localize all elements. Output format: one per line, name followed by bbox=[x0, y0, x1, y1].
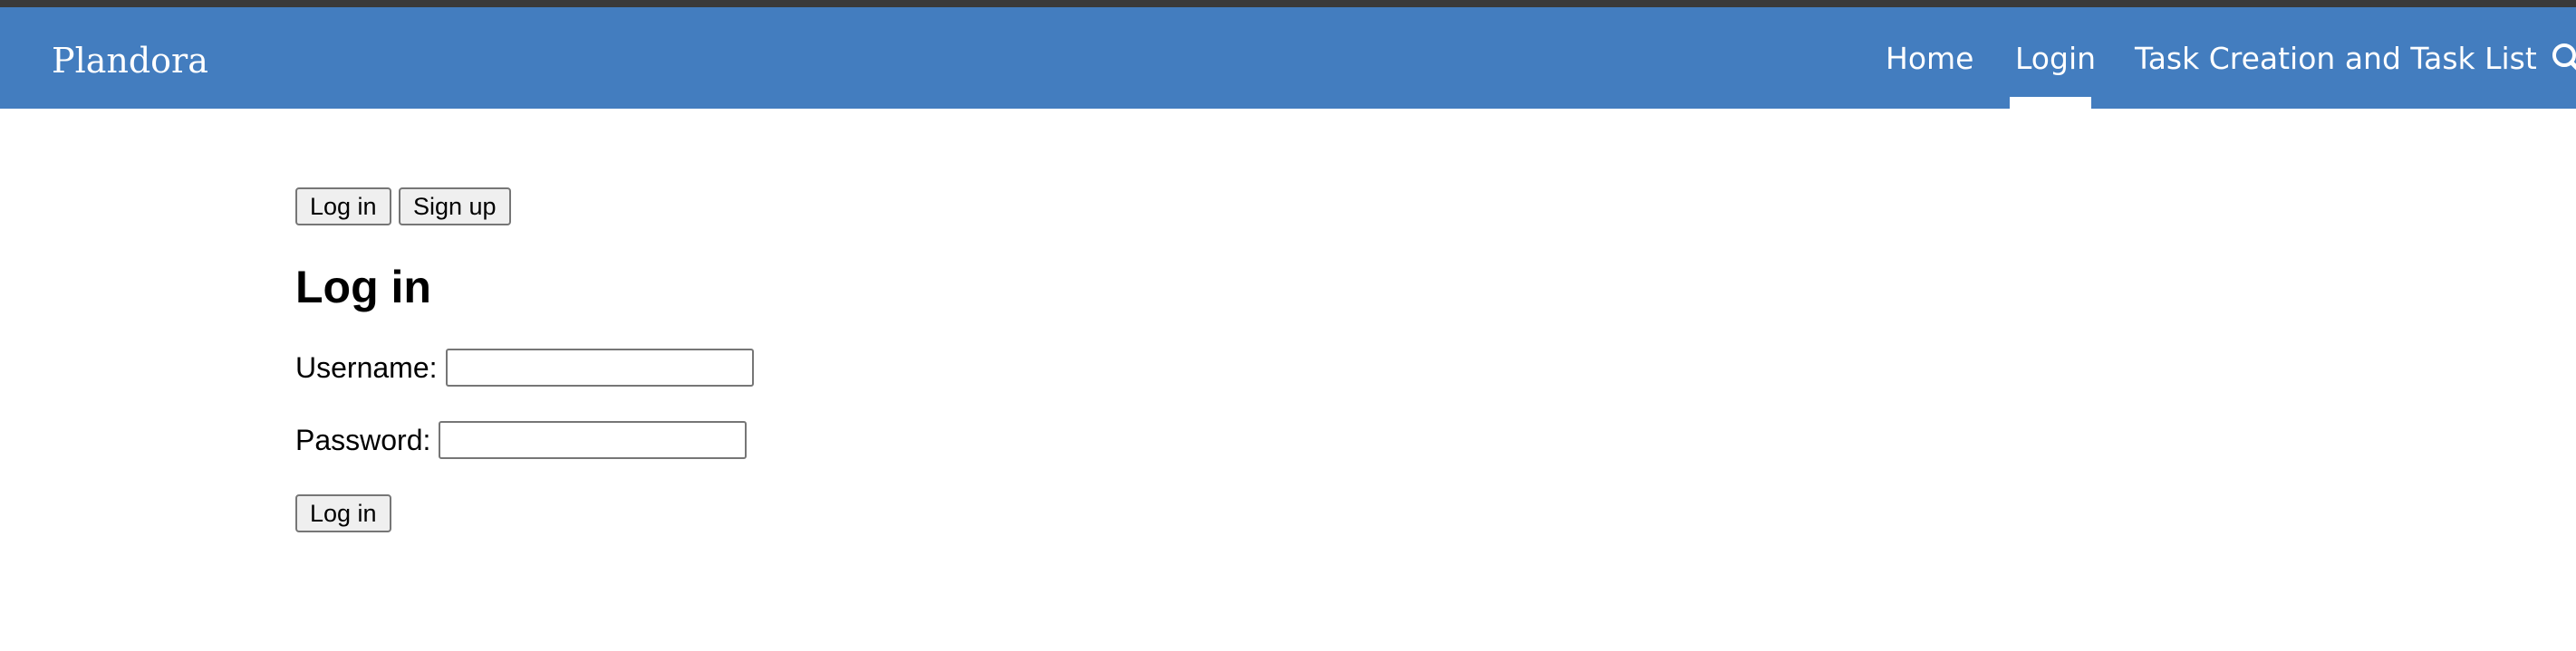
username-label: Username: bbox=[295, 350, 438, 384]
username-row: Username: bbox=[295, 349, 754, 387]
password-label: Password: bbox=[295, 423, 431, 456]
show-signup-button[interactable]: Sign up bbox=[399, 187, 511, 225]
form-heading: Log in bbox=[295, 262, 431, 312]
show-login-button[interactable]: Log in bbox=[295, 187, 391, 225]
top-navbar: Plandora Home Login Task Creation and Ta… bbox=[0, 7, 2576, 109]
active-nav-indicator bbox=[2010, 97, 2091, 109]
brand-logo[interactable]: Plandora bbox=[52, 38, 208, 83]
nav-item-login[interactable]: Login bbox=[2015, 7, 2096, 109]
username-input[interactable] bbox=[445, 349, 754, 387]
password-input[interactable] bbox=[439, 421, 748, 459]
password-row: Password: bbox=[295, 421, 748, 459]
nav-item-home[interactable]: Home bbox=[1886, 7, 1973, 109]
nav-item-task-creation-and-task-list[interactable]: Task Creation and Task List bbox=[2135, 7, 2537, 109]
window-top-strip bbox=[0, 0, 2576, 7]
search-icon[interactable] bbox=[2550, 42, 2576, 78]
login-submit-button[interactable]: Log in bbox=[295, 494, 391, 532]
